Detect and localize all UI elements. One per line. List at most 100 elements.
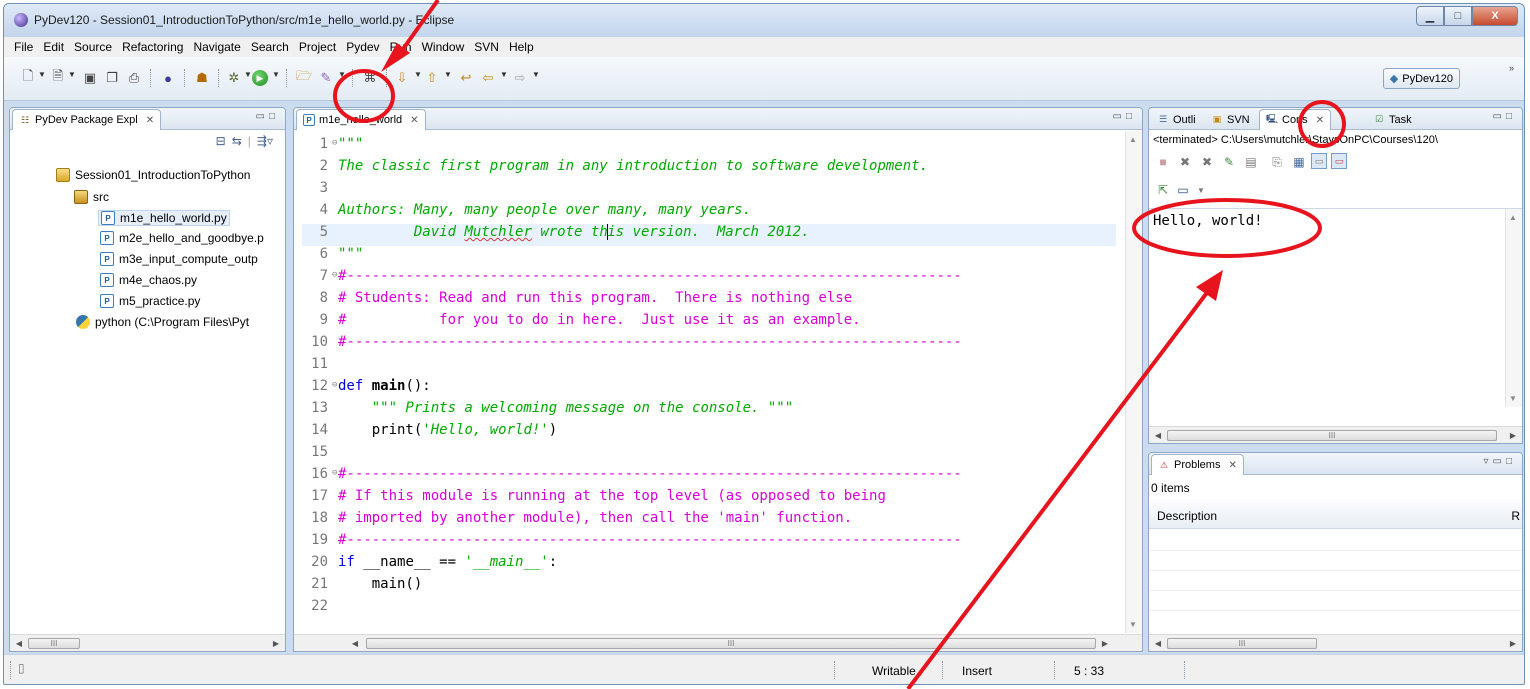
scroll-thumb[interactable]: III <box>28 638 80 649</box>
new-pydev-module-icon[interactable]: 🗎 <box>48 68 68 88</box>
scroll-thumb[interactable]: III <box>1167 430 1497 441</box>
edit-icon[interactable]: ✎ <box>316 68 336 88</box>
tab-svn[interactable]: ▣ SVN <box>1205 109 1256 130</box>
menu-help[interactable]: Help <box>504 40 539 54</box>
external-tools-icon[interactable]: ⌘ <box>360 68 380 88</box>
menu-window[interactable]: Window <box>417 40 470 54</box>
back-dropdown-icon[interactable]: ▼ <box>500 70 508 79</box>
tab-outline[interactable]: ☰ Outli <box>1151 109 1202 130</box>
console-view-icon[interactable]: ▭ <box>1175 182 1191 198</box>
code-line[interactable]: 19 #-------------------------------------… <box>302 532 1116 554</box>
collapse-all-icon[interactable]: ⊟ <box>216 134 226 148</box>
scroll-right-icon[interactable]: ▶ <box>269 637 283 649</box>
console-output-area[interactable]: Hello, world! ▲ ▼ <box>1149 208 1522 407</box>
edit-dropdown-icon[interactable]: ▼ <box>338 70 346 79</box>
menu-project[interactable]: Project <box>294 40 341 54</box>
package-explorer-hscrollbar[interactable]: ◀ III ▶ <box>10 634 285 651</box>
menu-source[interactable]: Source <box>69 40 117 54</box>
scroll-right-icon[interactable]: ▶ <box>1506 637 1520 649</box>
open-console-icon[interactable]: ⇱ <box>1155 182 1171 198</box>
scroll-right-icon[interactable]: ▶ <box>1098 637 1112 649</box>
scroll-lock-icon[interactable]: ▤ <box>1243 154 1259 170</box>
previous-annotation-dropdown-icon[interactable]: ▼ <box>444 70 452 79</box>
close-button[interactable]: X <box>1472 6 1518 26</box>
console-hscrollbar[interactable]: ◀ III ▶ <box>1149 426 1522 443</box>
new-dropdown-icon[interactable]: ▼ <box>38 70 46 79</box>
tab-package-explorer[interactable]: ☷ PyDev Package Expl ✕ <box>12 109 162 130</box>
code-line[interactable]: 8 # Students: Read and run this program. … <box>302 290 1116 312</box>
new-module-dropdown-icon[interactable]: ▼ <box>68 70 76 79</box>
next-annotation-dropdown-icon[interactable]: ▼ <box>414 70 422 79</box>
code-line[interactable]: 3 <box>302 180 1116 202</box>
remove-launch-icon[interactable]: ✖ <box>1177 154 1193 170</box>
show-console-on-stdout-icon[interactable]: ▭ <box>1311 153 1327 169</box>
scroll-left-icon[interactable]: ◀ <box>12 637 26 649</box>
tree-file-m4e[interactable]: P m4e_chaos.py <box>100 273 197 287</box>
debug-icon[interactable]: ✲ <box>224 68 244 88</box>
toolbar-overflow-icon[interactable]: » <box>1509 63 1514 73</box>
scroll-left-icon[interactable]: ◀ <box>1151 429 1165 441</box>
run-dropdown-icon[interactable]: ▼ <box>272 70 280 79</box>
minimize-maximize-icon[interactable]: ▭□ <box>256 111 280 122</box>
code-line[interactable]: 5 David Mutchler wrote this version. Mar… <box>302 224 1116 246</box>
code-line[interactable]: 10 #-------------------------------------… <box>302 334 1116 356</box>
scroll-thumb[interactable]: III <box>1167 638 1317 649</box>
previous-annotation-icon[interactable]: ⇧ <box>422 68 442 88</box>
save-all-icon[interactable]: ❐ <box>102 68 122 88</box>
save-icon[interactable]: ▣ <box>80 68 100 88</box>
tab-console[interactable]: 🖳 Cons ✕ <box>1259 109 1332 130</box>
console-vscrollbar[interactable]: ▲ ▼ <box>1505 209 1522 407</box>
tree-python-interpreter[interactable]: python (C:\Program Files\Pyt <box>76 315 249 329</box>
code-line[interactable]: 12 ⊖ def main(): <box>302 378 1116 400</box>
column-description[interactable]: Description <box>1157 509 1217 523</box>
fold-toggle-icon[interactable]: ⊖ <box>332 270 337 280</box>
code-line[interactable]: 15 <box>302 444 1116 466</box>
code-line[interactable]: 13 """ Prints a welcoming message on the… <box>302 400 1116 422</box>
link-with-editor-icon[interactable]: ⇆ <box>232 134 242 148</box>
scroll-up-icon[interactable]: ▲ <box>1509 213 1517 222</box>
code-line[interactable]: 11 <box>302 356 1116 378</box>
title-bar[interactable]: PyDev120 - Session01_IntroductionToPytho… <box>4 4 1524 37</box>
scroll-thumb[interactable]: III <box>366 638 1096 649</box>
menu-search[interactable]: Search <box>246 40 294 54</box>
scroll-up-icon[interactable]: ▲ <box>1129 135 1137 144</box>
menu-refactoring[interactable]: Refactoring <box>117 40 188 54</box>
menu-pydev[interactable]: Pydev <box>341 40 384 54</box>
close-icon[interactable]: ✕ <box>1228 460 1236 471</box>
fold-toggle-icon[interactable]: ⊖ <box>332 138 337 148</box>
tree-file-m2e[interactable]: P m2e_hello_and_goodbye.p <box>100 231 264 245</box>
editor-hscrollbar[interactable]: ◀ III ▶ <box>294 634 1142 651</box>
menu-navigate[interactable]: Navigate <box>188 40 245 54</box>
minimize-button[interactable]: ▁ <box>1416 6 1444 26</box>
scroll-right-icon[interactable]: ▶ <box>1506 429 1520 441</box>
code-line[interactable]: 6 """ <box>302 246 1116 268</box>
problems-hscrollbar[interactable]: ◀ III ▶ <box>1149 634 1522 651</box>
code-editor[interactable]: 1 ⊖ """ 2 The classic first program in any i… <box>302 136 1116 629</box>
menu-run[interactable]: Run <box>385 40 417 54</box>
menu-file[interactable]: File <box>9 40 38 54</box>
fast-view-icon[interactable]: ▯ <box>18 661 25 675</box>
code-line[interactable]: 16 ⊖ #------------------------------------… <box>302 466 1116 488</box>
close-icon[interactable]: ✕ <box>410 115 418 126</box>
code-line[interactable]: 17 # If this module is running at the top… <box>302 488 1116 510</box>
tab-problems[interactable]: ⚠ Problems ✕ <box>1151 454 1244 475</box>
tab-tasks[interactable]: ☑ Task <box>1367 109 1418 130</box>
code-line[interactable]: 4 Authors: Many, many people over many, m… <box>302 202 1116 224</box>
code-line[interactable]: 18 # imported by another module), then ca… <box>302 510 1116 532</box>
next-annotation-icon[interactable]: ⇩ <box>392 68 412 88</box>
console-dropdown-icon[interactable]: ▼ <box>1193 182 1209 198</box>
perspective-button[interactable]: ◆ PyDev120 <box>1382 68 1460 89</box>
tree-file-m5[interactable]: P m5_practice.py <box>100 294 200 308</box>
code-line[interactable]: 14 print('Hello, world!') <box>302 422 1116 444</box>
pydev-icon[interactable]: ● <box>158 68 178 88</box>
code-line[interactable]: 9 # for you to do in here. Just use it as… <box>302 312 1116 334</box>
last-edit-location-icon[interactable]: ↩ <box>456 68 476 88</box>
column-resource[interactable]: R <box>1511 509 1520 523</box>
minimize-maximize-icon[interactable]: ▭□ <box>1493 111 1517 122</box>
remove-all-terminated-icon[interactable]: ✖ <box>1199 154 1215 170</box>
open-perspective-tool-icon[interactable]: ☗ <box>192 68 212 88</box>
code-line[interactable]: 2 The classic first program in any introd… <box>302 158 1116 180</box>
tree-src-folder[interactable]: src <box>74 190 109 204</box>
code-line[interactable]: 7 ⊖ #-------------------------------------… <box>302 268 1116 290</box>
code-line[interactable]: 1 ⊖ """ <box>302 136 1116 158</box>
